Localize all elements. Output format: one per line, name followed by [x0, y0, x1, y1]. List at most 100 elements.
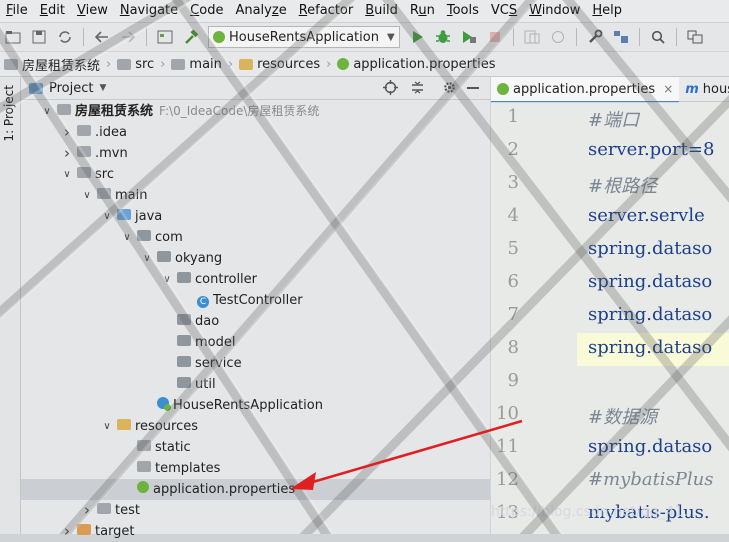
chevron-down-icon[interactable]: ▼	[99, 83, 106, 93]
tree-node[interactable]: › .idea	[21, 122, 490, 143]
menu-window[interactable]: Window	[523, 0, 586, 22]
tree-node[interactable]: static	[21, 437, 490, 458]
menu-refactor[interactable]: Refactor	[293, 0, 360, 22]
stop-icon[interactable]	[484, 26, 506, 48]
tree-node[interactable]: application.properties	[21, 479, 490, 500]
tree-node-label: controller	[195, 272, 258, 287]
search-icon[interactable]	[647, 26, 669, 48]
breadcrumb-item-project[interactable]: 房屋租赁系统	[0, 55, 104, 74]
breadcrumb-item-file[interactable]: application.properties	[333, 57, 499, 72]
save-icon[interactable]	[28, 26, 50, 48]
tree-node[interactable]: ∨ okyang	[21, 248, 490, 269]
tree-node[interactable]: service	[21, 353, 490, 374]
chevron-down-icon[interactable]: ∨	[141, 248, 153, 269]
menu-edit[interactable]: Edit	[34, 0, 71, 22]
menu-analyze[interactable]: Analyze	[229, 0, 292, 22]
tree-node[interactable]: › target	[21, 521, 490, 542]
tree-node[interactable]: util	[21, 374, 490, 395]
run-icon[interactable]	[406, 26, 428, 48]
code-line[interactable]: spring.dataso	[588, 238, 712, 259]
code-line[interactable]: #数据源	[588, 403, 657, 429]
forward-icon[interactable]	[117, 26, 139, 48]
tree-node[interactable]: HouseRentsApplication	[21, 395, 490, 416]
menu-run[interactable]: Run	[404, 0, 441, 22]
resources-folder-icon	[117, 416, 131, 437]
tree-node[interactable]: model	[21, 332, 490, 353]
run-window-icon[interactable]	[154, 26, 176, 48]
chevron-down-icon[interactable]: ∨	[81, 185, 93, 206]
run-configuration-select[interactable]: HouseRentsApplication ▼	[208, 26, 400, 48]
open-folder-icon[interactable]	[2, 26, 24, 48]
tree-node-label: target	[95, 524, 135, 539]
back-icon[interactable]	[91, 26, 113, 48]
code-line[interactable]: server.servle	[588, 205, 705, 226]
chevron-down-icon[interactable]: ∨	[41, 101, 53, 122]
code-line[interactable]: spring.dataso	[588, 304, 712, 325]
collapse-all-icon[interactable]	[410, 80, 425, 99]
tree-node[interactable]: ∨ com	[21, 227, 490, 248]
folder-icon	[97, 185, 111, 206]
chevron-down-icon[interactable]: ∨	[121, 227, 133, 248]
close-icon[interactable]: ×	[663, 82, 673, 96]
breadcrumb-item-resources[interactable]: resources	[235, 57, 324, 72]
menu-help[interactable]: Help	[586, 0, 628, 22]
tree-node[interactable]: ∨ 房屋租赁系统 F:\0_IdeaCode\房屋租赁系统	[21, 101, 490, 122]
chevron-right-icon: ›	[326, 56, 332, 72]
tree-node[interactable]: ∨ src	[21, 164, 490, 185]
menu-navigate[interactable]: Navigate	[114, 0, 184, 22]
tree-node-label: com	[155, 230, 183, 245]
project-structure-icon[interactable]	[610, 26, 632, 48]
menu-build[interactable]: Build	[359, 0, 404, 22]
editor-tab-house[interactable]: m house_	[679, 77, 729, 101]
folder-icon	[57, 101, 71, 122]
chevron-down-icon[interactable]: ∨	[101, 206, 113, 227]
project-tool-window-button[interactable]: 1: Project	[2, 85, 16, 142]
menu-code[interactable]: Code	[184, 0, 229, 22]
code-line[interactable]: #根路径	[588, 172, 657, 198]
chevron-right-icon[interactable]: ›	[81, 500, 93, 521]
chevron-right-icon[interactable]: ›	[61, 521, 73, 542]
sync-icon[interactable]	[54, 26, 76, 48]
hide-panel-icon[interactable]	[467, 87, 479, 89]
breadcrumb-item-src[interactable]: src	[113, 57, 158, 72]
menu-file[interactable]: File	[0, 0, 34, 22]
code-line[interactable]: #mybatisPlus	[588, 469, 714, 490]
chevron-right-icon[interactable]: ›	[61, 122, 73, 143]
code-line[interactable]: spring.dataso	[588, 271, 712, 292]
menu-view[interactable]: View	[71, 0, 114, 22]
code-line[interactable]: server.port=8	[588, 139, 714, 160]
code-line[interactable]: #端口	[588, 106, 639, 132]
menu-tools[interactable]: Tools	[441, 0, 485, 22]
tree-node[interactable]: › .mvn	[21, 143, 490, 164]
vcs-icon[interactable]	[521, 26, 543, 48]
build-hammer-icon[interactable]	[180, 26, 202, 48]
chevron-down-icon[interactable]: ∨	[61, 164, 73, 185]
tree-node[interactable]: templates	[21, 458, 490, 479]
menu-vcs[interactable]: VCS	[485, 0, 523, 22]
code-line[interactable]: spring.dataso	[588, 436, 712, 457]
chevron-down-icon[interactable]: ∨	[101, 416, 113, 437]
code-line[interactable]: spring.dataso	[588, 337, 712, 358]
editor-tab-application-properties[interactable]: application.properties ×	[491, 77, 680, 103]
locate-target-icon[interactable]	[383, 80, 398, 99]
chevron-down-icon[interactable]: ∨	[161, 269, 173, 290]
tree-node-label: HouseRentsApplication	[173, 398, 323, 413]
history-icon[interactable]	[547, 26, 569, 48]
project-view-select[interactable]: Project	[49, 81, 93, 96]
tree-node[interactable]: C TestController	[21, 290, 490, 311]
breadcrumb-item-main[interactable]: main	[167, 57, 225, 72]
tree-node[interactable]: ∨ resources	[21, 416, 490, 437]
tree-node[interactable]: dao	[21, 311, 490, 332]
chevron-right-icon[interactable]: ›	[61, 143, 73, 164]
run-with-coverage-icon[interactable]	[458, 26, 480, 48]
tree-node[interactable]: ∨ main	[21, 185, 490, 206]
settings-wrench-icon[interactable]	[584, 26, 606, 48]
tree-node[interactable]: ∨ java	[21, 206, 490, 227]
translate-icon[interactable]	[684, 26, 706, 48]
tree-node[interactable]: › test	[21, 500, 490, 521]
code-editor[interactable]: 1 2 3 4 5 6 7 8 9 10 11 12 13 #端口 server.port=8 #根路径 se…	[491, 102, 729, 534]
debug-icon[interactable]	[432, 26, 454, 48]
class-icon: C	[197, 290, 209, 311]
gear-icon[interactable]	[442, 80, 457, 99]
tree-node[interactable]: ∨ controller	[21, 269, 490, 290]
